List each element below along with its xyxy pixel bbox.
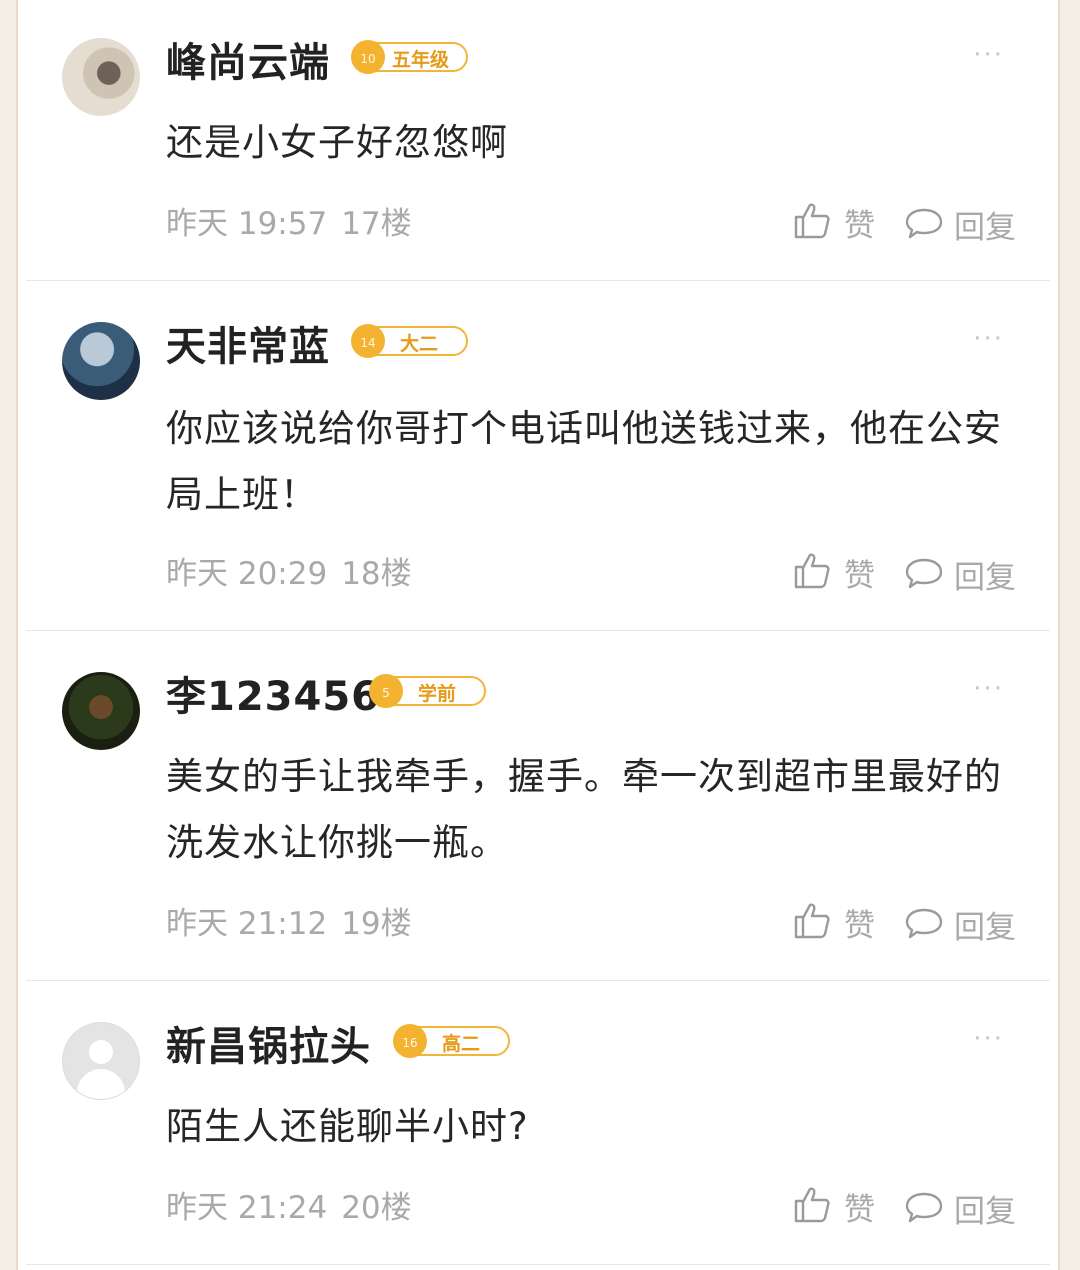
level-star-icon: 5 — [369, 674, 403, 708]
comment-meta: 昨天 19:57 17楼 — [166, 198, 412, 243]
username[interactable]: 新昌锅拉头 — [166, 1014, 371, 1072]
username[interactable]: 李123456 — [166, 664, 380, 722]
floor-number: 19楼 — [341, 906, 412, 942]
like-label: 赞 — [844, 558, 875, 594]
comment-meta: 昨天 21:24 20楼 — [166, 1182, 412, 1227]
avatar[interactable] — [62, 1022, 140, 1100]
comment-bubble-icon — [905, 558, 943, 589]
comment-time: 昨天 20:29 — [166, 556, 328, 592]
divider — [26, 980, 1050, 981]
like-label: 赞 — [844, 1192, 875, 1228]
avatar[interactable] — [62, 38, 140, 116]
floor-number: 20楼 — [341, 1190, 412, 1226]
level-label: 学前 — [418, 683, 457, 705]
level-label: 五年级 — [392, 49, 450, 71]
more-options-icon[interactable]: ··· — [973, 1024, 1004, 1054]
thumbs-up-icon — [794, 1187, 830, 1223]
like-label: 赞 — [844, 208, 875, 244]
level-star-icon: 16 — [393, 1024, 427, 1058]
reply-label: 回复 — [954, 910, 1016, 946]
level-badge: 14 大二 — [351, 324, 468, 358]
floor-number: 18楼 — [341, 556, 412, 592]
avatar[interactable] — [62, 322, 140, 400]
comment-time: 昨天 21:24 — [166, 1190, 328, 1226]
comment-bubble-icon — [905, 908, 943, 939]
thumbs-up-icon — [794, 553, 830, 589]
username[interactable]: 峰尚云端 — [166, 30, 330, 88]
comment-text: 美女的手让我牵手，握手。牵一次到超市里最好的洗发水让你挑一瓶。 — [166, 755, 1002, 864]
level-star-icon: 10 — [351, 40, 385, 74]
comment-time: 昨天 19:57 — [166, 206, 328, 242]
more-options-icon[interactable]: ··· — [973, 324, 1004, 354]
comment-meta: 昨天 20:29 18楼 — [166, 548, 412, 593]
level-badge: 10 五年级 — [351, 40, 468, 74]
comment-text: 你应该说给你哥打个电话叫他送钱过来，他在公安局上班！ — [166, 407, 1002, 516]
reply-label: 回复 — [954, 1194, 1016, 1230]
more-options-icon[interactable]: ··· — [973, 674, 1004, 704]
divider — [26, 280, 1050, 281]
thumbs-up-icon — [794, 203, 830, 239]
comment-text: 还是小女子好忽悠啊 — [166, 121, 508, 164]
comment-list: 峰尚云端 10 五年级 ··· 还是小女子好忽悠啊 昨天 19:57 17楼 赞 … — [16, 0, 1060, 1270]
avatar[interactable] — [62, 672, 140, 750]
thumbs-up-icon — [794, 903, 830, 939]
reply-label: 回复 — [954, 560, 1016, 596]
username[interactable]: 天非常蓝 — [166, 314, 330, 372]
level-badge: 5 学前 — [369, 674, 486, 708]
comment-bubble-icon — [905, 1192, 943, 1223]
comment-time: 昨天 21:12 — [166, 906, 328, 942]
divider — [26, 630, 1050, 631]
divider — [26, 1264, 1050, 1265]
like-label: 赞 — [844, 908, 875, 944]
comment-text: 陌生人还能聊半小时? — [166, 1105, 529, 1148]
level-label: 大二 — [400, 333, 439, 355]
level-star-icon: 14 — [351, 324, 385, 358]
floor-number: 17楼 — [341, 206, 412, 242]
level-badge: 16 高二 — [393, 1024, 510, 1058]
comment-meta: 昨天 21:12 19楼 — [166, 898, 412, 943]
default-avatar-head — [89, 1040, 113, 1064]
comment-bubble-icon — [905, 208, 943, 239]
reply-label: 回复 — [954, 210, 1016, 246]
level-label: 高二 — [442, 1033, 481, 1055]
more-options-icon[interactable]: ··· — [973, 40, 1004, 70]
default-avatar-body — [77, 1069, 125, 1099]
